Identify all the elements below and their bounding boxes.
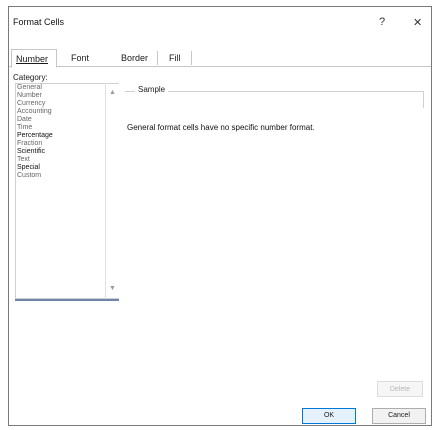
category-label: Category: <box>13 73 48 82</box>
category-item-accounting[interactable]: Accounting <box>16 108 119 116</box>
tab-separator <box>191 51 192 65</box>
help-button[interactable]: ? <box>379 16 385 28</box>
category-item-scientific[interactable]: Scientific <box>16 148 119 156</box>
title-bar: Format Cells ? ✕ <box>9 7 431 39</box>
delete-button[interactable]: Delete <box>377 381 423 397</box>
category-list-bottom-border <box>15 299 119 301</box>
category-item-text[interactable]: Text <box>16 156 119 164</box>
format-description: General format cells have no specific nu… <box>127 123 315 132</box>
category-item-percentage[interactable]: Percentage <box>16 132 119 140</box>
format-cells-dialog: Format Cells ? ✕ Number Font Border Fill… <box>8 6 432 426</box>
ok-button[interactable]: OK <box>302 408 356 424</box>
scroll-up-icon[interactable]: ▲ <box>109 89 116 96</box>
tab-border[interactable]: Border <box>117 49 157 67</box>
sample-group: Sample <box>125 85 424 108</box>
category-item-number[interactable]: Number <box>16 92 119 100</box>
tab-separator <box>157 51 158 65</box>
category-item-currency[interactable]: Currency <box>16 100 119 108</box>
cancel-button[interactable]: Cancel <box>372 408 426 424</box>
category-list[interactable]: General Number Currency Accounting Date … <box>15 83 119 299</box>
category-scrollbar[interactable]: ▲ ▼ <box>105 83 119 299</box>
close-icon[interactable]: ✕ <box>413 16 422 29</box>
tab-border-label: Border <box>121 53 149 63</box>
tab-number-label: Number <box>16 54 49 64</box>
tab-font-label: Font <box>71 53 90 63</box>
category-item-date[interactable]: Date <box>16 116 119 124</box>
dialog-title: Format Cells <box>13 17 65 27</box>
scroll-down-icon[interactable]: ▼ <box>109 285 116 292</box>
category-item-special[interactable]: Special <box>16 164 119 172</box>
category-item-time[interactable]: Time <box>16 124 119 132</box>
category-item-fraction[interactable]: Fraction <box>16 140 119 148</box>
category-item-custom[interactable]: Custom <box>16 172 119 180</box>
tab-number[interactable]: Number <box>11 49 57 68</box>
sample-label: Sample <box>135 85 169 94</box>
tab-fill-label: Fill <box>169 53 181 63</box>
tab-fill[interactable]: Fill <box>165 49 189 67</box>
tab-strip: Number Font Border Fill <box>9 43 431 68</box>
category-item-general[interactable]: General <box>16 84 119 92</box>
tab-font[interactable]: Font <box>67 49 101 67</box>
